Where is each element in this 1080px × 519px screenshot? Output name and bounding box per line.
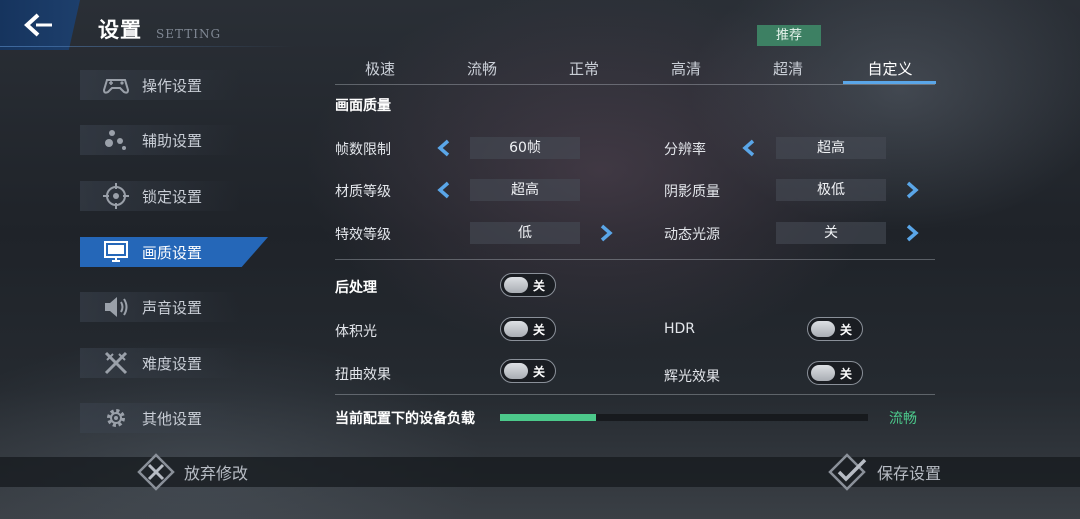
- shadow-next-arrow-icon[interactable]: [904, 181, 920, 199]
- sidebar-item-lock[interactable]: 锁定设置: [80, 181, 240, 211]
- toggle-knob: [504, 277, 528, 293]
- back-arrow-icon: [24, 13, 52, 37]
- volumetric-light-label: 体积光: [335, 324, 377, 340]
- toggle-state: 关: [840, 367, 853, 381]
- hdr-label: HDR: [664, 321, 696, 337]
- effects-label: 特效等级: [335, 227, 391, 243]
- toggle-knob: [504, 363, 528, 379]
- texture-label: 材质等级: [335, 184, 391, 200]
- distortion-label: 扭曲效果: [335, 367, 391, 383]
- sidebar-item-label: 操作设置: [142, 76, 203, 95]
- tab-ultra-hd[interactable]: 超清: [738, 58, 838, 79]
- resolution-prev-arrow-icon[interactable]: [741, 139, 757, 157]
- discard-changes-button[interactable]: 放弃修改: [136, 452, 248, 492]
- back-button[interactable]: [0, 0, 80, 50]
- shadow-label: 阴影质量: [664, 184, 720, 200]
- sidebar-item-label: 画质设置: [142, 243, 203, 262]
- tab-hd[interactable]: 高清: [636, 58, 736, 79]
- toggle-state: 关: [840, 323, 853, 337]
- check-diamond-icon: [828, 453, 867, 491]
- bloom-label: 辉光效果: [664, 369, 720, 385]
- post-processing-toggle[interactable]: 关: [500, 273, 556, 297]
- volumetric-light-toggle[interactable]: 关: [500, 317, 556, 341]
- sidebar-item-label: 其他设置: [142, 409, 203, 428]
- save-settings-label: 保存设置: [877, 464, 942, 483]
- sidebar-item-label: 辅助设置: [142, 131, 203, 150]
- toggle-knob: [811, 365, 835, 381]
- sidebar-item-label: 难度设置: [142, 354, 203, 373]
- header-divider: [0, 46, 295, 47]
- page-subtitle: SETTING: [156, 27, 222, 41]
- sidebar-item-other[interactable]: 其他设置: [80, 403, 240, 433]
- sidebar-item-assist[interactable]: 辅助设置: [80, 125, 240, 155]
- section-divider: [335, 394, 935, 395]
- tab-smooth[interactable]: 流畅: [432, 58, 532, 79]
- toggle-state: 关: [533, 365, 546, 379]
- distortion-toggle[interactable]: 关: [500, 359, 556, 383]
- save-settings-button[interactable]: 保存设置: [827, 452, 941, 492]
- toggle-knob: [811, 321, 835, 337]
- gamepad-icon: [100, 70, 132, 100]
- post-processing-label: 后处理: [335, 280, 377, 296]
- effects-next-arrow-icon[interactable]: [598, 224, 614, 242]
- dynamic-light-label: 动态光源: [664, 227, 720, 243]
- resolution-label: 分辨率: [664, 142, 706, 158]
- device-load-label: 当前配置下的设备负载: [335, 411, 475, 427]
- recommended-badge: 推荐: [757, 25, 821, 46]
- sidebar-item-difficulty[interactable]: 难度设置: [80, 348, 240, 378]
- toggle-state: 关: [533, 279, 546, 293]
- tabs-divider: [335, 84, 935, 85]
- close-diamond-icon: [137, 453, 175, 491]
- effects-value: 低: [470, 222, 580, 244]
- hdr-toggle[interactable]: 关: [807, 317, 863, 341]
- tab-speed[interactable]: 极速: [330, 58, 430, 79]
- frame-limit-label: 帧数限制: [335, 142, 391, 158]
- gear-icon: [100, 403, 132, 433]
- toggle-state: 关: [533, 323, 546, 337]
- device-load-bar-fill: [500, 414, 596, 421]
- tab-normal[interactable]: 正常: [534, 58, 634, 79]
- sidebar-item-label: 锁定设置: [142, 187, 203, 206]
- frame-limit-value: 60帧: [470, 137, 580, 159]
- frame-limit-prev-arrow-icon[interactable]: [436, 139, 452, 157]
- sidebar-item-label: 声音设置: [142, 298, 203, 317]
- texture-prev-arrow-icon[interactable]: [436, 181, 452, 199]
- dynamic-light-next-arrow-icon[interactable]: [904, 224, 920, 242]
- crossed-swords-icon: [100, 348, 132, 378]
- resolution-value: 超高: [776, 137, 886, 159]
- speaker-icon: [100, 292, 132, 322]
- crosshair-icon: [100, 181, 132, 211]
- monitor-icon: [100, 237, 132, 267]
- sidebar-item-graphics[interactable]: 画质设置: [80, 237, 268, 267]
- bloom-toggle[interactable]: 关: [807, 361, 863, 385]
- device-load-status: 流畅: [889, 411, 917, 427]
- shadow-value: 极低: [776, 179, 886, 201]
- dots-icon: [100, 125, 132, 155]
- discard-changes-label: 放弃修改: [184, 464, 249, 483]
- tab-custom[interactable]: 自定义: [840, 58, 940, 79]
- toggle-knob: [504, 321, 528, 337]
- dynamic-light-value: 关: [776, 222, 886, 244]
- sidebar-item-controls[interactable]: 操作设置: [80, 70, 240, 100]
- texture-value: 超高: [470, 179, 580, 201]
- section-title-quality: 画面质量: [335, 98, 391, 114]
- page-title: 设置: [98, 18, 142, 42]
- section-divider: [335, 259, 935, 260]
- sidebar-item-sound[interactable]: 声音设置: [80, 292, 240, 322]
